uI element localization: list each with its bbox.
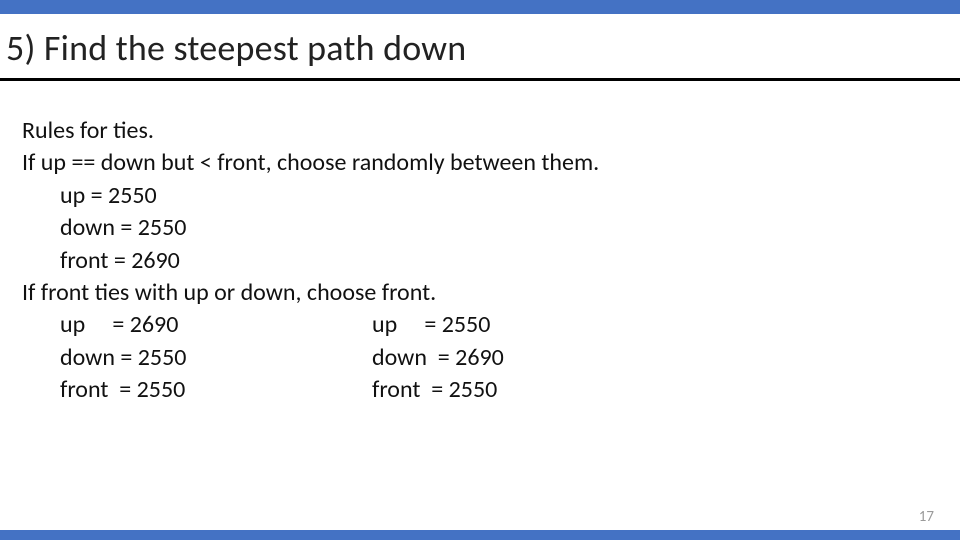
colA-front: front = 2550 <box>22 374 372 406</box>
columns-row-front: front = 2550 front = 2550 <box>22 374 950 406</box>
columns-row-down: down = 2550 down = 2690 <box>22 342 950 374</box>
colB-up: up = 2550 <box>372 309 490 341</box>
colA-down: down = 2550 <box>22 342 372 374</box>
colA-up: up = 2690 <box>22 309 372 341</box>
colB-down: down = 2690 <box>372 342 504 374</box>
rule2-text: If front ties with up or down, choose fr… <box>22 277 950 309</box>
block1-up: up = 2550 <box>22 180 950 212</box>
colB-front: front = 2550 <box>372 374 497 406</box>
slide-content: Rules for ties. If up == down but < fron… <box>0 81 960 407</box>
top-accent-bar <box>0 0 960 14</box>
title-area: 5) Find the steepest path down <box>0 14 960 81</box>
block1-front: front = 2690 <box>22 245 950 277</box>
page-number: 17 <box>919 508 934 526</box>
slide-title: 5) Find the steepest path down <box>6 26 950 70</box>
bottom-accent-bar <box>0 530 960 540</box>
rule1-text: If up == down but < front, choose random… <box>22 147 950 179</box>
columns-row-up: up = 2690 up = 2550 <box>22 309 950 341</box>
block1-down: down = 2550 <box>22 212 950 244</box>
rules-heading: Rules for ties. <box>22 115 950 147</box>
